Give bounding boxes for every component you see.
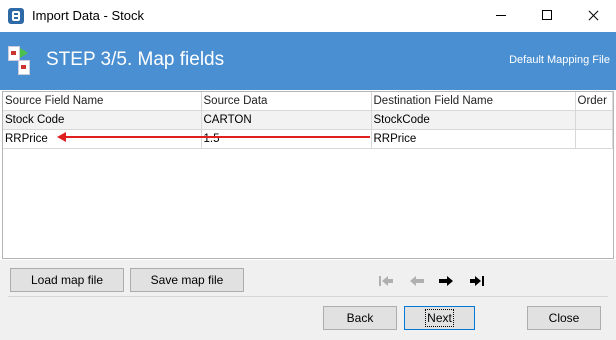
minimize-button[interactable] bbox=[478, 0, 524, 32]
close-button[interactable]: Close bbox=[527, 306, 601, 330]
annotation-arrow-head bbox=[57, 132, 66, 142]
cell-source-field[interactable]: Stock Code bbox=[3, 110, 202, 130]
divider bbox=[8, 296, 608, 297]
cell-destination-field[interactable]: StockCode bbox=[371, 110, 576, 130]
close-label: Close bbox=[548, 311, 580, 325]
first-record-icon[interactable] bbox=[376, 271, 396, 291]
load-map-file-button[interactable]: Load map file bbox=[10, 268, 124, 292]
close-window-button[interactable] bbox=[570, 0, 616, 32]
next-record-icon[interactable] bbox=[436, 271, 456, 291]
step-title: STEP 3/5. Map fields bbox=[46, 49, 225, 70]
mapping-grid[interactable]: Source Field Name Source Data Destinatio… bbox=[2, 91, 614, 259]
maximize-button[interactable] bbox=[524, 0, 570, 32]
app-icon bbox=[8, 8, 24, 24]
annotation-arrow-line bbox=[63, 136, 370, 138]
next-button[interactable]: Next bbox=[404, 306, 475, 330]
column-header-source-field[interactable]: Source Field Name bbox=[3, 92, 202, 111]
column-header-source-data[interactable]: Source Data bbox=[201, 92, 372, 111]
cell-source-data[interactable]: 1.5 bbox=[201, 129, 372, 149]
button-panel: Load map file Save map file Back Next Cl… bbox=[0, 260, 616, 340]
column-header-destination-field[interactable]: Destination Field Name bbox=[371, 92, 576, 111]
last-record-icon[interactable] bbox=[467, 271, 487, 291]
title-bar: Import Data - Stock bbox=[0, 0, 616, 32]
wizard-header: STEP 3/5. Map fields Default Mapping Fil… bbox=[0, 32, 616, 90]
cell-order[interactable] bbox=[575, 110, 613, 130]
cell-order[interactable] bbox=[575, 129, 613, 149]
back-button[interactable]: Back bbox=[323, 306, 397, 330]
back-label: Back bbox=[346, 311, 374, 325]
save-map-file-button[interactable]: Save map file bbox=[130, 268, 244, 292]
column-header-order[interactable]: Order bbox=[575, 92, 613, 111]
cell-destination-field[interactable]: RRPrice bbox=[371, 129, 576, 149]
default-mapping-file-link[interactable]: Default Mapping File bbox=[509, 54, 610, 66]
cell-source-field[interactable]: RRPrice bbox=[3, 129, 202, 149]
table-row[interactable]: Stock Code CARTON StockCode bbox=[3, 110, 613, 130]
table-row[interactable]: RRPrice 1.5 RRPrice bbox=[3, 129, 613, 149]
next-label: Next bbox=[425, 309, 454, 327]
cell-source-data[interactable]: CARTON bbox=[201, 110, 372, 130]
map-fields-icon bbox=[6, 46, 36, 76]
window-title: Import Data - Stock bbox=[32, 8, 144, 23]
previous-record-icon[interactable] bbox=[407, 271, 427, 291]
